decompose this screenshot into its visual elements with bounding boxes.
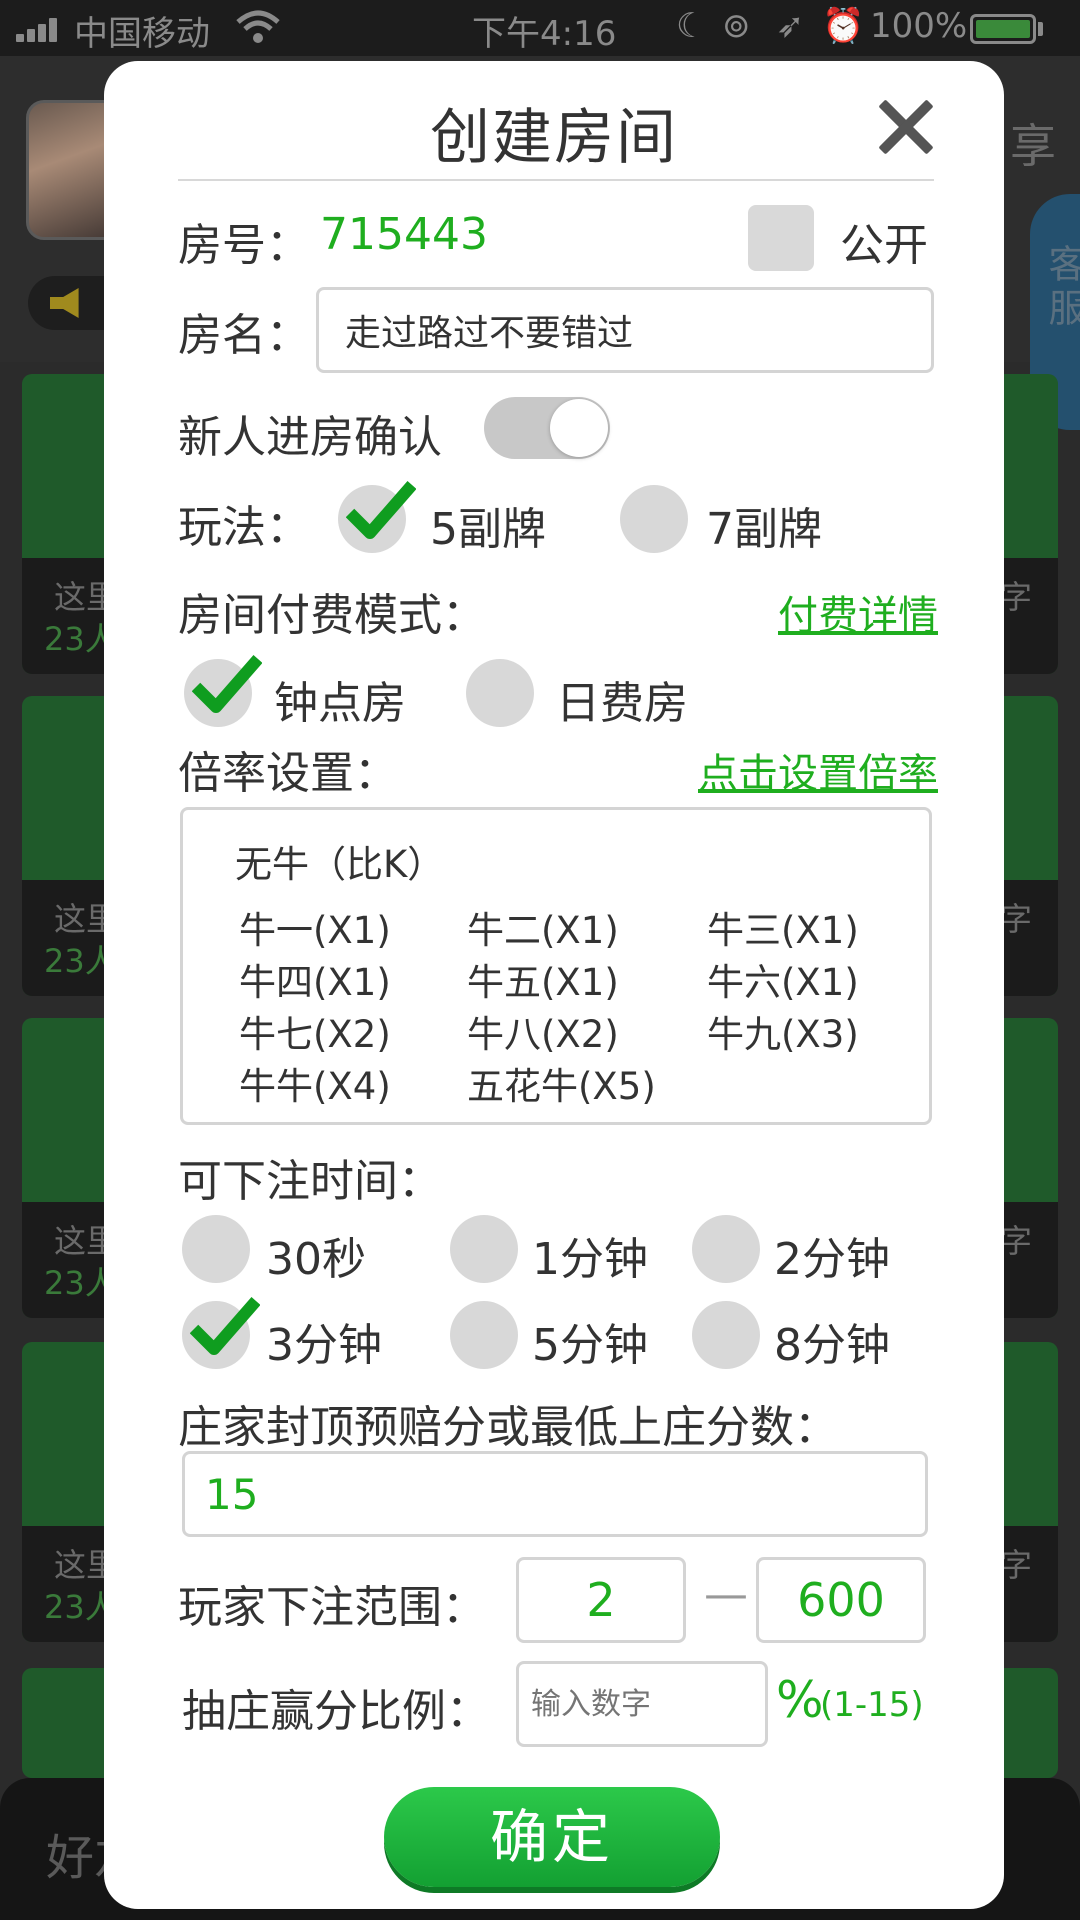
room-number-value: 715443 xyxy=(320,209,488,260)
commission-label: 抽庄赢分比例： xyxy=(182,1686,490,1737)
radio-bet-time-8min[interactable] xyxy=(692,1301,760,1369)
moon-icon: ☾ xyxy=(676,6,707,46)
multiplier-item: 牛一(X1) xyxy=(239,909,391,952)
radio-bet-time-1min[interactable] xyxy=(450,1215,518,1283)
bet-time-30s-label: 30秒 xyxy=(266,1234,366,1285)
rate-setting-label: 倍率设置： xyxy=(178,748,398,799)
confirm-button[interactable]: 确定 xyxy=(384,1787,720,1887)
set-rate-link[interactable]: 点击设置倍率 xyxy=(698,741,938,799)
multiplier-item: 牛六(X1) xyxy=(707,961,859,1004)
banker-cap-field[interactable] xyxy=(182,1451,928,1537)
bet-max-field[interactable] xyxy=(756,1557,926,1643)
radio-7-decks[interactable] xyxy=(620,485,688,553)
status-bar: 中国移动 下午4:16 ☾ ⊚ ➶ ⏰ 100% xyxy=(0,0,1080,56)
daily-room-label: 日费房 xyxy=(556,678,688,729)
bet-min-input[interactable] xyxy=(519,1560,683,1640)
room-name-label: 房名： xyxy=(178,310,310,361)
room-name-field[interactable] xyxy=(316,287,934,373)
public-checkbox[interactable] xyxy=(748,205,814,271)
multiplier-item: 牛三(X1) xyxy=(707,909,859,952)
location-icon: ➶ xyxy=(776,6,805,46)
multiplier-item: 牛七(X2) xyxy=(239,1013,391,1056)
new-player-confirm-toggle[interactable] xyxy=(484,397,610,459)
battery-icon xyxy=(970,14,1036,44)
bet-time-3min-label: 3分钟 xyxy=(266,1320,382,1371)
dialog-title: 创建房间 xyxy=(430,103,678,173)
bet-time-label: 可下注时间： xyxy=(178,1156,442,1207)
commission-input[interactable] xyxy=(519,1664,765,1744)
pay-detail-link[interactable]: 付费详情 xyxy=(778,583,938,641)
room-name-input[interactable] xyxy=(319,290,931,370)
play-mode-label: 玩法： xyxy=(178,502,310,553)
divider xyxy=(178,179,934,181)
bet-max-input[interactable] xyxy=(759,1560,923,1640)
speaker-icon xyxy=(50,288,79,318)
bet-time-8min-label: 8分钟 xyxy=(774,1320,890,1371)
signal-icon xyxy=(16,16,66,42)
bet-min-field[interactable] xyxy=(516,1557,686,1643)
option-5-decks-label: 5副牌 xyxy=(430,504,546,555)
option-7-decks-label: 7副牌 xyxy=(706,504,822,555)
bet-time-1min-label: 1分钟 xyxy=(532,1234,648,1285)
multiplier-item: 牛牛(X4) xyxy=(239,1065,391,1108)
radio-bet-time-3min[interactable] xyxy=(182,1297,260,1369)
public-label: 公开 xyxy=(840,220,928,271)
toggle-knob xyxy=(550,399,608,457)
multiplier-header: 无牛（比K） xyxy=(235,843,445,886)
multiplier-item: 牛九(X3) xyxy=(707,1013,859,1056)
new-player-confirm-label: 新人进房确认 xyxy=(178,412,442,463)
percent-sign: % xyxy=(776,1671,824,1729)
multiplier-item: 牛四(X1) xyxy=(239,961,391,1004)
radio-bet-time-2min[interactable] xyxy=(692,1215,760,1283)
hourly-room-label: 钟点房 xyxy=(274,678,406,729)
multiplier-item: 牛五(X1) xyxy=(467,961,619,1004)
pay-mode-label: 房间付费模式： xyxy=(178,590,486,641)
rotation-lock-icon: ⊚ xyxy=(722,6,751,46)
clock-label: 下午4:16 xyxy=(472,14,617,54)
multiplier-item: 五花牛(X5) xyxy=(467,1065,656,1108)
radio-bet-time-5min[interactable] xyxy=(450,1301,518,1369)
multiplier-item: 牛八(X2) xyxy=(467,1013,619,1056)
radio-bet-time-30s[interactable] xyxy=(182,1215,250,1283)
radio-5-decks[interactable] xyxy=(338,481,416,553)
multiplier-table: 无牛（比K） 牛一(X1) 牛二(X1) 牛三(X1) 牛四(X1) 牛五(X1… xyxy=(180,807,932,1125)
banker-cap-input[interactable] xyxy=(185,1454,925,1534)
range-dash: — xyxy=(704,1569,748,1620)
room-number-label: 房号： xyxy=(178,220,310,271)
banker-cap-label: 庄家封顶预赔分或最低上庄分数： xyxy=(178,1402,838,1453)
radio-daily-room[interactable] xyxy=(466,659,534,727)
carrier-label: 中国移动 xyxy=(74,14,210,54)
share-text: 享 xyxy=(1010,119,1056,173)
close-icon[interactable] xyxy=(876,97,936,157)
bet-time-2min-label: 2分钟 xyxy=(774,1234,890,1285)
commission-field[interactable] xyxy=(516,1661,768,1747)
commission-range-hint: (1-15) xyxy=(820,1685,924,1725)
alarm-icon: ⏰ xyxy=(822,6,865,46)
battery-percent: 100% xyxy=(870,6,968,46)
radio-hourly-room[interactable] xyxy=(184,655,262,727)
bet-time-5min-label: 5分钟 xyxy=(532,1320,648,1371)
wifi-icon xyxy=(236,10,280,53)
checkmark-icon xyxy=(346,481,416,539)
checkmark-icon xyxy=(192,655,262,713)
checkmark-icon xyxy=(190,1297,260,1355)
bet-range-label: 玩家下注范围： xyxy=(178,1582,486,1633)
multiplier-item: 牛二(X1) xyxy=(467,909,619,952)
create-room-dialog: 创建房间 房号： 715443 公开 房名： 新人进房确认 玩法： 5副牌 7副… xyxy=(104,61,1004,1909)
